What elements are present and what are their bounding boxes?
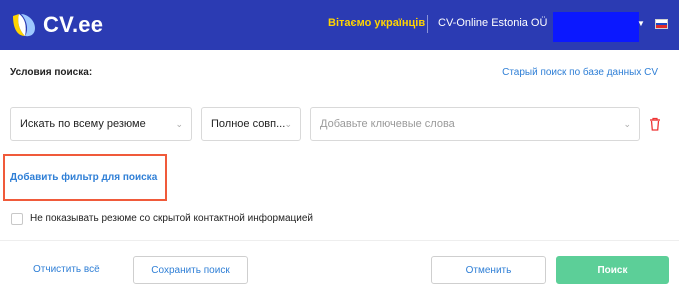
company-name: CV-Online Estonia OÜ bbox=[438, 17, 548, 29]
hide-hidden-contacts-checkbox[interactable] bbox=[11, 213, 23, 225]
keywords-input[interactable]: Добавьте ключевые слова ⌄ bbox=[310, 107, 640, 141]
search-conditions-label: Условия поиска: bbox=[10, 67, 93, 78]
top-header: CV.ee Вітаємо українців CV-Online Estoni… bbox=[0, 0, 679, 50]
logo-mark-icon bbox=[9, 10, 39, 40]
save-search-button[interactable]: Сохранить поиск bbox=[133, 256, 248, 284]
old-cv-search-link[interactable]: Старый поиск по базе данных CV bbox=[502, 67, 658, 78]
search-scope-value: Искать по всему резюме bbox=[20, 118, 146, 130]
chevron-down-icon[interactable]: ▼ bbox=[637, 19, 645, 28]
chevron-down-icon: ⌄ bbox=[175, 119, 183, 129]
match-type-select[interactable]: Полное совп... ⌄ bbox=[201, 107, 301, 141]
clear-all-button[interactable]: Отчистить всё bbox=[33, 264, 100, 275]
header-divider bbox=[427, 15, 428, 33]
hide-hidden-contacts-label[interactable]: Не показывать резюме со скрытой контактн… bbox=[30, 213, 313, 224]
search-scope-select[interactable]: Искать по всему резюме ⌄ bbox=[10, 107, 192, 141]
keywords-placeholder: Добавьте ключевые слова bbox=[320, 118, 455, 130]
company-switcher[interactable]: CV-Online Estonia OÜ ▼ bbox=[438, 17, 559, 29]
site-logo[interactable]: CV.ee bbox=[9, 9, 103, 41]
match-type-value: Полное совп... bbox=[211, 118, 286, 130]
search-button[interactable]: Поиск bbox=[556, 256, 669, 284]
logo-text: CV.ee bbox=[43, 12, 104, 37]
welcome-ukrainians-link[interactable]: Вітаємо українців bbox=[328, 17, 425, 29]
russian-flag-icon[interactable] bbox=[655, 19, 668, 29]
trash-icon[interactable] bbox=[648, 116, 662, 132]
user-menu-redacted[interactable] bbox=[553, 12, 639, 42]
cancel-button[interactable]: Отменить bbox=[431, 256, 546, 284]
chevron-down-icon: ⌄ bbox=[623, 119, 631, 129]
footer-divider bbox=[0, 240, 679, 241]
add-search-filter-link[interactable]: Добавить фильтр для поиска bbox=[10, 172, 157, 183]
chevron-down-icon: ⌄ bbox=[284, 119, 292, 129]
